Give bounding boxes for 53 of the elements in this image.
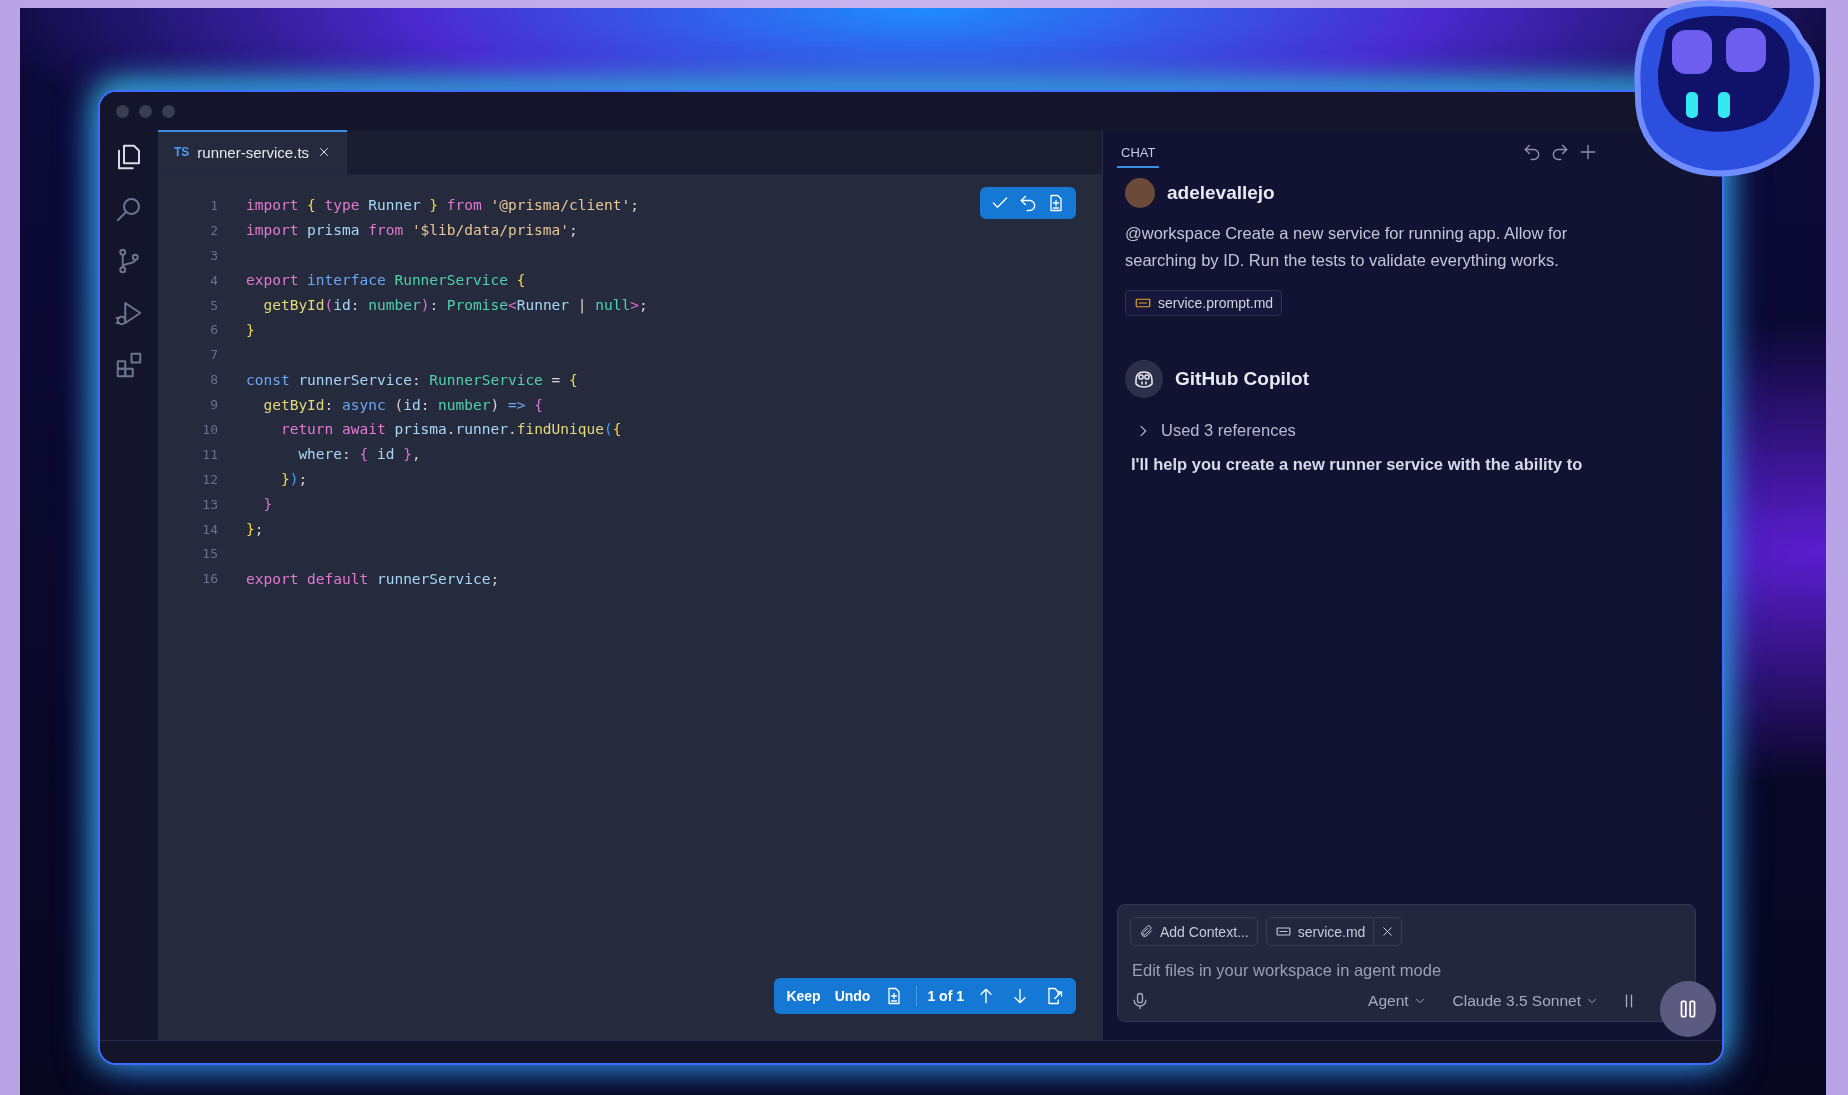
message-text: @workspace Create a new service for running app. Allow for searching by ID. Run the tests to validate everything works. — [1125, 223, 1569, 271]
line-number: 11 — [201, 446, 219, 462]
code-line: } — [262, 496, 273, 513]
line-number: 14 — [201, 521, 219, 537]
mode-dropdown[interactable]: Agent — [1362, 991, 1433, 1011]
tab-label: runner-service.ts — [197, 143, 310, 161]
line-number: 2 — [209, 222, 219, 238]
line-number: 8 — [209, 372, 219, 388]
line-number: 1 — [209, 197, 219, 213]
paperclip-icon — [1139, 924, 1154, 939]
chat-input-field[interactable]: Edit files in your workspace in agent mode — [1130, 960, 1687, 981]
code-line: where: { id }, — [297, 446, 421, 463]
code-line: } — [246, 321, 255, 338]
line-number: 6 — [209, 322, 219, 338]
keep-button[interactable]: Keep — [784, 986, 823, 1006]
code-line: import { type Runner } from '@prisma/client'; — [246, 197, 639, 214]
add-context-button[interactable]: Add Context... — [1130, 917, 1258, 946]
undo-icon — [1018, 193, 1038, 213]
author-name: GitHub Copilot — [1175, 368, 1310, 390]
author-name: adelevallejo — [1167, 182, 1275, 204]
undo-button[interactable]: Undo — [832, 986, 873, 1006]
code-line: const runnerService: RunnerService = { — [246, 371, 578, 388]
line-number: 12 — [201, 471, 219, 487]
plus-icon[interactable] — [1578, 142, 1598, 162]
line-number: 4 — [209, 272, 219, 288]
code-line: getById: async (id: number) => { — [262, 396, 543, 413]
code-line: export default runnerService; — [246, 570, 500, 587]
editor-tab[interactable]: TS runner-service.ts — [158, 130, 348, 174]
line-number: 9 — [209, 397, 219, 413]
undo-icon[interactable] — [1522, 142, 1542, 162]
line-number: 15 — [201, 546, 219, 562]
message-text: I'll help you create a new runner service with the ability to — [1131, 455, 1584, 474]
code-line: }; — [246, 521, 264, 537]
line-number: 16 — [201, 571, 219, 587]
line-number: 5 — [209, 297, 219, 313]
attachment-chip[interactable]: service.prompt.md — [1125, 290, 1283, 316]
line-number: 7 — [209, 347, 219, 363]
line-number: 13 — [201, 496, 219, 512]
code-line: import prisma from '$lib/data/prisma'; — [246, 222, 578, 239]
blocks-icon[interactable] — [114, 350, 144, 380]
line-number: 10 — [201, 421, 219, 437]
code-line: return await prisma.runner.findUnique({ — [279, 421, 622, 438]
code-line: export interface RunnerService { — [246, 272, 526, 289]
code-line: getById(id: number): Promise<Runner | null>; — [262, 297, 648, 313]
redo-icon[interactable] — [1550, 142, 1570, 162]
change-counter: 1 of 1 — [927, 988, 964, 1004]
chat-tab[interactable]: CHAT — [1117, 136, 1160, 168]
user-avatar — [1125, 178, 1155, 208]
language-label: TS — [174, 145, 190, 159]
references-toggle[interactable]: Used 3 references — [1129, 420, 1302, 441]
model-dropdown[interactable]: Claude 3.5 Sonnet — [1446, 991, 1605, 1011]
code-line: }); — [279, 471, 308, 488]
line-number: 3 — [209, 247, 219, 263]
